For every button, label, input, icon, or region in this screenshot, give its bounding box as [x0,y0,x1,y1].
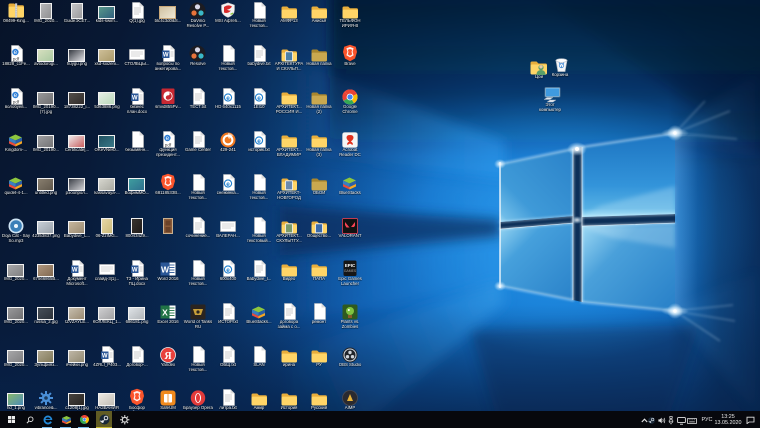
svg-text:W: W [131,268,137,274]
svg-text:Я: Я [164,351,172,362]
svg-text:e: e [257,95,261,102]
svg-text:W: W [71,268,77,274]
svg-text:e: e [13,49,17,56]
svg-text:pdf: pdf [164,143,171,148]
svg-text:e: e [226,181,230,188]
svg-text:pdf: pdf [12,57,19,62]
svg-text:W: W [160,265,169,275]
svg-text:X: X [162,308,168,318]
svg-text:GAMES: GAMES [343,269,356,273]
svg-text:e: e [165,135,169,142]
svg-text:e: e [226,267,230,274]
svg-text:e: e [226,95,230,102]
svg-text:EPIC: EPIC [344,263,355,268]
svg-text:e: e [13,92,17,99]
svg-text:W: W [162,53,168,59]
svg-text:pdf: pdf [12,100,19,105]
svg-text:e: e [257,138,261,145]
svg-text:W: W [131,96,137,102]
svg-text:W: W [101,354,107,360]
